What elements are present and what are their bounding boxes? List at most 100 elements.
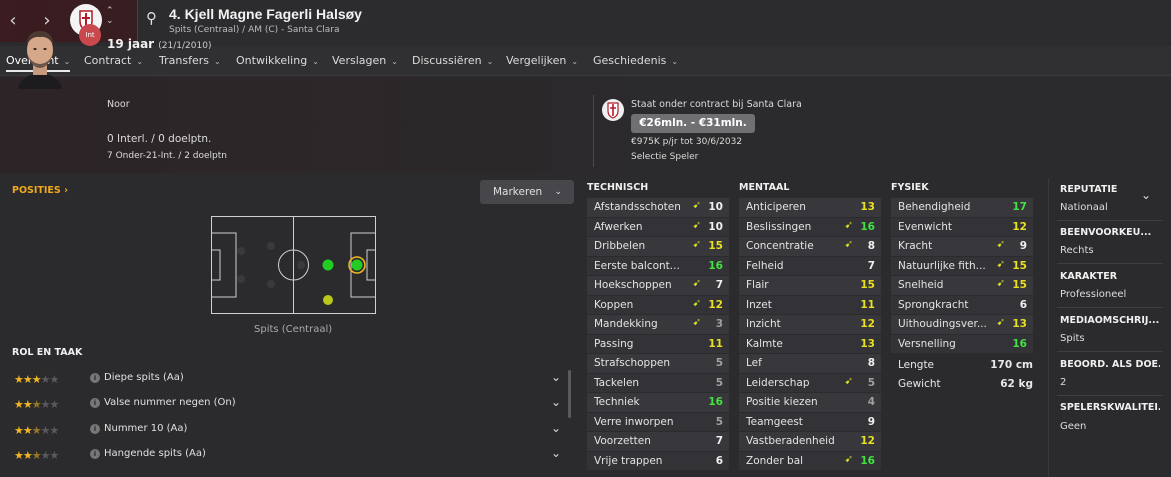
chevron-down-icon: ⌄ — [554, 187, 562, 197]
attribute-value: 16 — [1012, 337, 1027, 350]
positions-title[interactable]: POSITIES › — [12, 185, 68, 196]
attribute-row[interactable]: Dribbelen ➹ 15 — [587, 237, 729, 257]
mental-list: Anticiperen 13 Beslissingen ➹ 16 Concentratie… — [739, 198, 881, 471]
technical-title: TECHNISCH — [587, 182, 649, 193]
role-row[interactable]: ★★★★★ i Hangende spits (Aa) ⌄ — [12, 443, 567, 467]
attribute-name: Behendigheid — [898, 201, 971, 213]
attribute-name: Afstandsschoten — [594, 201, 681, 213]
attribute-value: 5 — [715, 376, 723, 389]
contract-club-crest-icon[interactable] — [602, 99, 624, 121]
info-icon[interactable]: i — [90, 449, 100, 459]
chevron-down-icon: ⌄ — [136, 57, 144, 66]
roles-scrollbar[interactable] — [568, 370, 571, 418]
attribute-name: Positie kiezen — [746, 396, 818, 408]
attribute-row[interactable]: Uithoudingsver... ➹ 13 — [891, 315, 1033, 335]
attribute-row[interactable]: Anticiperen 13 — [739, 198, 881, 218]
info-icon[interactable]: i — [90, 398, 100, 408]
attribute-row[interactable]: Leiderschap ➹ 5 — [739, 373, 881, 393]
attribute-value: 10 — [708, 220, 723, 233]
markeren-label: Markeren — [493, 186, 543, 198]
chevron-down-icon[interactable]: ⌄ — [1141, 188, 1151, 202]
attribute-row[interactable]: Inzet 11 — [739, 295, 881, 315]
attribute-row[interactable]: Snelheid ➹ 15 — [891, 276, 1033, 296]
attribute-value: 16 — [708, 396, 723, 408]
attribute-name: Snelheid — [898, 279, 944, 291]
attribute-row[interactable]: Inzicht 12 — [739, 315, 881, 335]
attribute-row[interactable]: Afwerken ➹ 10 — [587, 217, 729, 237]
role-stars: ★★★★★ — [14, 449, 59, 462]
attribute-row[interactable]: Positie kiezen 4 — [739, 393, 881, 413]
attribute-row[interactable]: Mandekking ➹ 3 — [587, 315, 729, 335]
attribute-row[interactable]: Strafschoppen 5 — [587, 354, 729, 374]
player-traits-label: SPELERSKWALITEI... — [1060, 402, 1160, 413]
attribute-name: Natuurlijke fith... — [898, 259, 986, 272]
attribute-row[interactable]: Beslissingen ➹ 16 — [739, 217, 881, 237]
attribute-row[interactable]: Evenwicht 12 — [891, 217, 1033, 237]
attribute-row[interactable]: Concentratie ➹ 8 — [739, 237, 881, 257]
attribute-row[interactable]: Natuurlijke fith... ➹ 15 — [891, 256, 1033, 276]
role-row[interactable]: ★★★★★ i Diepe spits (Aa) ⌄ — [12, 367, 567, 391]
attribute-row[interactable]: Kracht ➹ 9 — [891, 237, 1033, 257]
attribute-name: Inzicht — [746, 318, 781, 330]
attribute-row[interactable]: Hoekschoppen ➹ 7 — [587, 276, 729, 296]
role-row[interactable]: ★★★★★ i Valse nummer negen (On) ⌄ — [12, 392, 567, 416]
attribute-row[interactable]: Techniek 16 — [587, 393, 729, 413]
tab-geschiedenis[interactable]: Geschiedenis ⌄ — [593, 46, 678, 76]
attribute-row[interactable]: Tackelen 5 — [587, 373, 729, 393]
player-avatar[interactable] — [14, 23, 66, 89]
attribute-name: Flair — [746, 279, 769, 291]
role-stars: ★★★★★ — [14, 424, 59, 437]
attribute-row[interactable]: Versnelling 16 — [891, 334, 1033, 354]
weight-value: 62 kg — [1000, 378, 1033, 390]
role-row[interactable]: ★★★★★ i Nummer 10 (Aa) ⌄ — [12, 418, 567, 442]
search-icon[interactable]: ⚲ — [146, 9, 157, 27]
attribute-row[interactable]: Sprongkracht 6 — [891, 295, 1033, 315]
attribute-row[interactable]: Flair 15 — [739, 276, 881, 296]
attribute-row[interactable]: Vastberadenheid 12 — [739, 432, 881, 452]
attribute-row[interactable]: Koppen ➹ 12 — [587, 295, 729, 315]
contract-status[interactable]: Staat onder contract bij Santa Clara — [631, 99, 802, 110]
age-value: 19 jaar — [107, 37, 155, 51]
info-panel: REPUTATIE ⌄ Nationaal BEENVOORKEU... Rec… — [1048, 178, 1171, 477]
attribute-value: 8 — [867, 357, 875, 369]
chevron-down-icon[interactable]: ⌄ — [551, 395, 561, 409]
attribute-row[interactable]: Passing 11 — [587, 334, 729, 354]
nationality-badge[interactable]: Int — [79, 24, 101, 46]
chevron-down-icon[interactable]: ⌄ — [551, 446, 561, 460]
tab-discussieren[interactable]: Discussiëren ⌄ — [412, 46, 493, 76]
club-switch-icon[interactable]: ⌃ ⌄ — [106, 6, 114, 26]
attribute-value: 13 — [1012, 318, 1027, 330]
chevron-down-icon[interactable]: ⌄ — [551, 421, 561, 435]
attribute-row[interactable]: Felheid 7 — [739, 256, 881, 276]
attribute-row[interactable]: Teamgeest 9 — [739, 412, 881, 432]
attribute-row[interactable]: Zonder bal ➹ 16 — [739, 451, 881, 471]
markeren-button[interactable]: Markeren ⌄ — [480, 180, 574, 204]
attribute-row[interactable]: Voorzetten 7 — [587, 432, 729, 452]
attribute-value: 5 — [715, 357, 723, 369]
tab-verslagen[interactable]: Verslagen ⌄ — [332, 46, 398, 76]
attribute-value: 16 — [860, 454, 875, 467]
attribute-name: Evenwicht — [898, 220, 953, 233]
attribute-row[interactable]: Behendigheid 17 — [891, 198, 1033, 218]
mental-title: MENTAAL — [739, 182, 790, 193]
attribute-value: 12 — [860, 318, 875, 330]
attribute-value: 12 — [860, 435, 875, 447]
role-name: Nummer 10 (Aa) — [104, 423, 188, 434]
attribute-row[interactable]: Vrije trappen 6 — [587, 451, 729, 471]
attribute-row[interactable]: Eerste balcont... 16 — [587, 256, 729, 276]
attribute-row[interactable]: Lef 8 — [739, 354, 881, 374]
transfer-value[interactable]: €26mln. - €31mln. — [631, 114, 755, 133]
chevron-down-icon[interactable]: ⌄ — [551, 370, 561, 384]
mental-column: MENTAAL Anticiperen 13 Beslissingen ➹ 16 Conc… — [739, 178, 881, 471]
attribute-row[interactable]: Kalmte 13 — [739, 334, 881, 354]
tab-ontwikkeling[interactable]: Ontwikkeling ⌄ — [236, 46, 319, 76]
attribute-row[interactable]: Verre inworpen 5 — [587, 412, 729, 432]
attribute-value: 6 — [715, 454, 723, 467]
info-icon[interactable]: i — [90, 424, 100, 434]
tab-vergelijken[interactable]: Vergelijken ⌄ — [506, 46, 578, 76]
info-icon[interactable]: i — [90, 373, 100, 383]
attribute-row[interactable]: Afstandsschoten ➹ 10 — [587, 198, 729, 218]
attribute-value: 11 — [708, 337, 723, 350]
trend-arrow-icon: ➹ — [996, 278, 1005, 289]
position-label: Spits (Centraal) — [254, 324, 333, 335]
